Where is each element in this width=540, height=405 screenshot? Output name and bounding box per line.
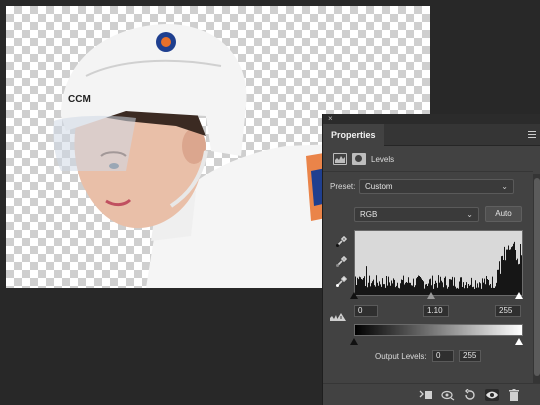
auto-button[interactable]: Auto: [485, 206, 522, 222]
output-white-field[interactable]: 255: [459, 350, 481, 362]
channel-dropdown[interactable]: RGB ⌄: [354, 207, 479, 222]
eyedropper-gray-icon[interactable]: [335, 255, 348, 268]
panel-menu-icon[interactable]: [528, 131, 536, 138]
clipping-warning-icon[interactable]: [329, 312, 347, 322]
eyedropper-white-icon[interactable]: [335, 275, 348, 288]
trash-icon[interactable]: [507, 389, 521, 401]
input-black-handle[interactable]: [350, 292, 358, 299]
preset-value: Custom: [365, 182, 393, 191]
panel-collapse-button[interactable]: ×: [323, 114, 540, 124]
mask-icon[interactable]: [352, 153, 366, 165]
scrollbar-thumb[interactable]: [534, 178, 540, 376]
output-levels-label: Output Levels:: [375, 352, 427, 361]
output-black-handle[interactable]: [350, 338, 358, 345]
eyedropper-black-icon[interactable]: [335, 235, 348, 248]
levels-histogram: [354, 230, 523, 296]
input-white-handle[interactable]: [515, 292, 523, 299]
output-levels-slider[interactable]: [350, 338, 523, 346]
view-previous-icon[interactable]: [441, 389, 455, 401]
svg-text:CCM: CCM: [68, 94, 91, 105]
properties-panel: × Properties Levels Preset: Custom ⌄ RGB…: [322, 114, 540, 405]
adjustment-title: Levels: [371, 155, 395, 164]
chevron-down-icon: ⌄: [501, 182, 508, 191]
chevron-down-icon: ⌄: [466, 210, 473, 219]
panel-scrollbar[interactable]: [533, 174, 540, 383]
input-white-field[interactable]: 255: [495, 305, 521, 317]
output-black-field[interactable]: 0: [432, 350, 454, 362]
panel-bottom-bar: [323, 383, 540, 405]
reset-icon[interactable]: [463, 388, 477, 401]
output-white-handle[interactable]: [515, 338, 523, 345]
output-gradient: [354, 324, 523, 336]
input-gamma-field[interactable]: 1.10: [423, 305, 449, 317]
adjustment-header: Levels: [323, 146, 533, 172]
input-gamma-handle[interactable]: [427, 292, 435, 299]
input-levels-slider[interactable]: [350, 292, 523, 300]
eye-icon[interactable]: [485, 389, 499, 401]
clip-to-layer-icon[interactable]: [419, 389, 433, 401]
levels-icon[interactable]: [333, 153, 347, 165]
channel-value: RGB: [360, 210, 378, 219]
tab-properties[interactable]: Properties: [323, 124, 384, 146]
preset-dropdown[interactable]: Custom ⌄: [359, 179, 514, 194]
panel-tab-bar: Properties: [323, 124, 540, 146]
input-black-field[interactable]: 0: [354, 305, 378, 317]
preset-label: Preset:: [330, 182, 356, 191]
